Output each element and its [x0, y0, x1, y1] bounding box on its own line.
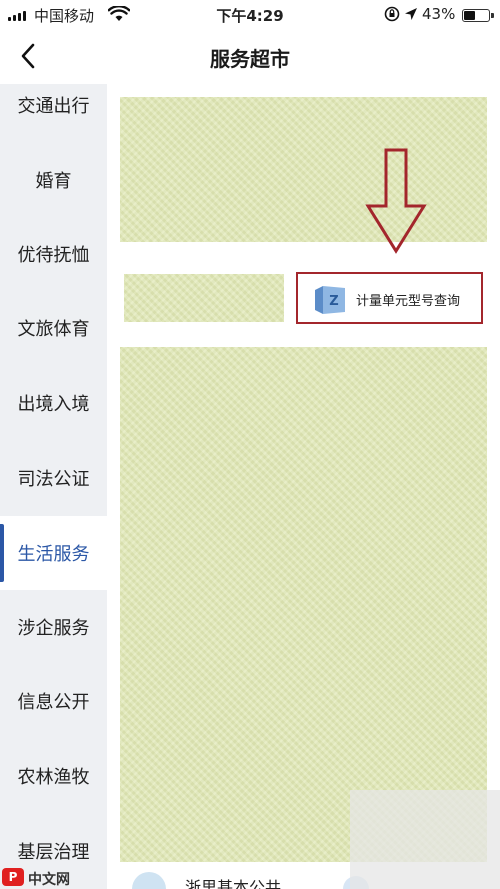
sidebar-item-label: 基层治理: [17, 842, 90, 863]
sidebar-item-label: 婚育: [35, 171, 72, 192]
nav-bar: 服务超市: [0, 30, 500, 84]
location-arrow-icon: [405, 8, 417, 20]
service-item-label[interactable]: 浙里基本公共: [185, 874, 281, 889]
sidebar-item-label: 交通出行: [17, 96, 90, 117]
status-bar: 中国移动 下午4:29 43%: [0, 0, 500, 30]
sidebar-item-marriage[interactable]: 婚育: [0, 143, 107, 217]
sidebar-item-info-disclosure[interactable]: 信息公开: [0, 664, 107, 738]
service-icon: [132, 872, 166, 889]
sidebar-item-entry-exit[interactable]: 出境入境: [0, 366, 107, 440]
battery-fill: [464, 11, 476, 20]
sidebar-item-veteran-benefits[interactable]: 优待抚恤: [0, 217, 107, 291]
sidebar-item-label: 生活服务: [17, 544, 90, 565]
rotation-lock-icon: [384, 6, 400, 22]
battery-icon: [462, 9, 494, 22]
sidebar-item-agriculture[interactable]: 农林渔牧: [0, 739, 107, 813]
category-sidebar: 交通出行 婚育 优待抚恤 文旅体育 出境入境 司法公证 生活服务 涉企服务 信息…: [0, 84, 107, 889]
blurred-service-grid: [120, 347, 487, 862]
service-content: Z 计量单元型号查询 浙里基本公共: [107, 84, 500, 889]
sidebar-item-label: 优待抚恤: [17, 245, 90, 266]
sidebar-item-label: 司法公证: [17, 469, 90, 490]
sidebar-item-label: 出境入境: [17, 394, 90, 415]
sidebar-item-label: 农林渔牧: [17, 767, 90, 788]
sidebar-item-enterprise[interactable]: 涉企服务: [0, 590, 107, 664]
down-arrow-annotation: [365, 148, 427, 254]
battery-percent: 43%: [422, 5, 456, 23]
page-title: 服务超市: [210, 47, 290, 71]
sidebar-item-culture-sports[interactable]: 文旅体育: [0, 291, 107, 365]
sidebar-item-life-services[interactable]: 生活服务: [0, 516, 107, 590]
sidebar-item-label: 信息公开: [17, 692, 90, 713]
sidebar-item-label: 涉企服务: [17, 618, 90, 639]
blurred-service-item[interactable]: [124, 274, 284, 322]
blurred-banner: [120, 97, 487, 242]
sidebar-item-transport[interactable]: 交通出行: [0, 84, 107, 142]
sidebar-item-judicial[interactable]: 司法公证: [0, 441, 107, 515]
watermark: P 中文网: [0, 866, 90, 889]
sidebar-item-label: 文旅体育: [17, 319, 90, 340]
watermark-blur: [350, 790, 500, 889]
highlight-box: [296, 272, 483, 324]
watermark-logo: P: [2, 868, 24, 886]
active-indicator: [0, 524, 4, 582]
watermark-text: 中文网: [28, 872, 70, 888]
